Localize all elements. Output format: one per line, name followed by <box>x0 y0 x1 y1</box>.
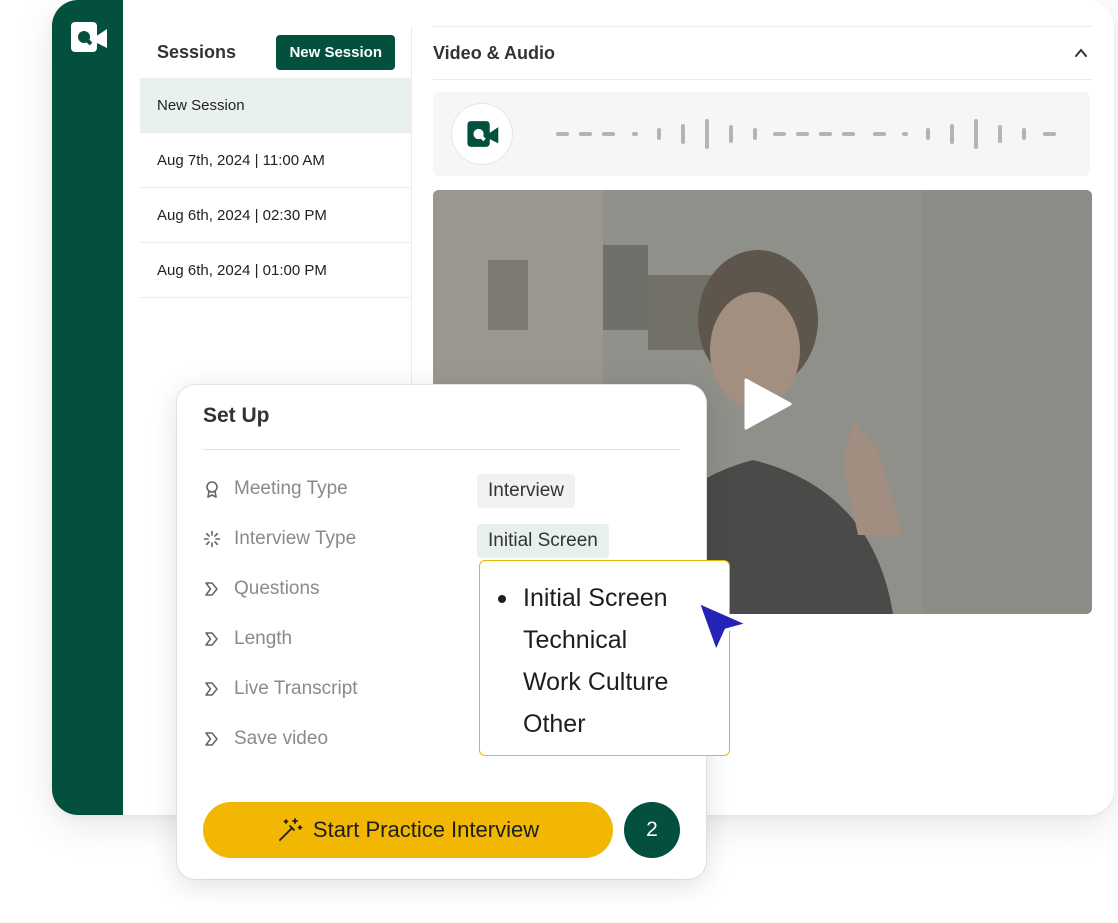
interview-type-dropdown: Initial Screen Technical Work Culture Ot… <box>479 560 730 756</box>
award-icon <box>206 481 218 498</box>
sessions-header: Sessions New Session <box>140 26 411 78</box>
dropdown-option-other[interactable]: Other <box>523 704 729 746</box>
meeting-type-select[interactable]: Interview <box>477 474 576 508</box>
setup-row-questions: Questions <box>203 578 320 600</box>
setup-row-label: Meeting Type <box>234 478 348 499</box>
divider <box>203 449 680 450</box>
setup-row-meeting-type: Meeting Type <box>203 478 348 500</box>
magic-wand-icon <box>279 818 303 841</box>
setup-row-save-video: Save video <box>203 728 328 750</box>
sidebar-rail <box>52 0 123 815</box>
play-icon[interactable] <box>738 376 794 432</box>
session-item[interactable]: Aug 6th, 2024 | 01:00 PM <box>140 243 411 298</box>
audio-visualizer <box>433 92 1090 176</box>
video-audio-header[interactable]: Video & Audio <box>433 26 1092 80</box>
mouse-cursor-icon <box>696 600 750 654</box>
chevron-step-icon <box>205 732 218 746</box>
logo-icon[interactable] <box>67 18 109 56</box>
start-practice-interview-button[interactable]: Start Practice Interview <box>203 802 613 858</box>
sessions-title: Sessions <box>157 41 237 62</box>
chevron-step-icon <box>205 682 218 696</box>
session-item-new[interactable]: New Session <box>140 78 411 133</box>
session-item[interactable]: Aug 7th, 2024 | 11:00 AM <box>140 133 411 188</box>
setup-row-label: Questions <box>234 578 320 599</box>
setup-row-label: Interview Type <box>234 528 357 549</box>
video-audio-title: Video & Audio <box>433 42 556 63</box>
session-item[interactable]: Aug 6th, 2024 | 02:30 PM <box>140 188 411 243</box>
chevron-step-icon <box>205 582 218 596</box>
video-audio-panel: Video & Audio <box>433 26 1092 614</box>
new-session-button[interactable]: New Session <box>276 34 395 70</box>
interview-type-select[interactable]: Initial Screen <box>477 524 609 558</box>
dropdown-option-work-culture[interactable]: Work Culture <box>523 662 729 704</box>
waveform <box>556 119 1056 149</box>
start-button-label: Start Practice Interview <box>312 817 540 842</box>
setup-row-interview-type: Interview Type <box>203 528 356 550</box>
setup-row-live-transcript: Live Transcript <box>203 678 358 700</box>
loader-icon <box>203 530 221 548</box>
setup-row-label: Live Transcript <box>234 678 358 699</box>
logo-icon <box>467 121 499 147</box>
step-badge: 2 <box>624 802 680 858</box>
chevron-step-icon <box>205 632 218 646</box>
setup-row-label: Length <box>234 628 293 649</box>
setup-row-length: Length <box>203 628 292 650</box>
avatar <box>452 104 512 164</box>
chevron-up-icon[interactable] <box>1074 46 1088 60</box>
setup-row-label: Save video <box>234 728 329 749</box>
setup-title: Set Up <box>203 404 270 427</box>
